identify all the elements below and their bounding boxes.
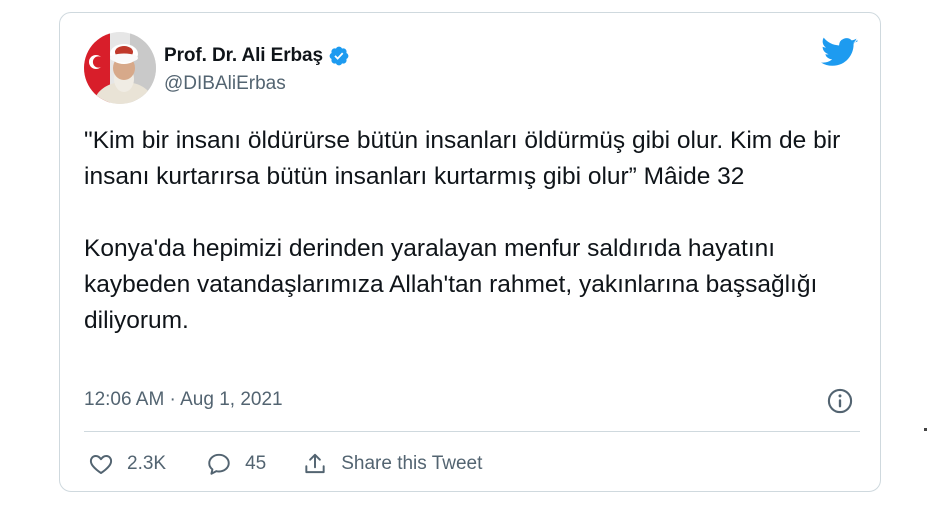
author-name[interactable]: Prof. Dr. Ali Erbaş — [164, 45, 323, 67]
info-icon[interactable] — [826, 387, 854, 415]
like-button[interactable]: 2.3K — [88, 451, 166, 477]
tweet-paragraph: Konya'da hepimizi derinden yaralayan men… — [84, 235, 818, 334]
share-button[interactable]: Share this Tweet — [302, 451, 482, 477]
tweet-paragraph: "Kim bir insanı öldürürse bütün insanlar… — [84, 127, 841, 190]
twitter-bird-icon[interactable] — [821, 35, 858, 67]
stray-mark — [924, 428, 927, 431]
author-name-row[interactable]: Prof. Dr. Ali Erbaş — [164, 44, 350, 68]
embedded-tweet-card[interactable]: Prof. Dr. Ali Erbaş @DIBAliErbas "Kim bi… — [59, 12, 881, 492]
reply-button[interactable]: 45 — [206, 451, 266, 477]
speech-bubble-icon — [208, 453, 230, 475]
heart-icon — [89, 455, 113, 474]
reply-count: 45 — [245, 453, 267, 474]
author-handle[interactable]: @DIBAliErbas — [164, 73, 286, 95]
tweet-text: "Kim bir insanı öldürürse bütün insanlar… — [84, 123, 864, 339]
verified-badge-icon — [328, 45, 350, 67]
share-upload-icon — [305, 453, 325, 474]
avatar-image — [84, 32, 156, 104]
share-label: Share this Tweet — [341, 453, 483, 474]
divider — [84, 431, 860, 432]
avatar[interactable] — [84, 32, 156, 104]
tweet-actions: 2.3K 45 Share this Tweet — [88, 449, 482, 479]
tweet-timestamp[interactable]: 12:06 AM · Aug 1, 2021 — [84, 389, 283, 411]
like-count: 2.3K — [127, 453, 167, 474]
